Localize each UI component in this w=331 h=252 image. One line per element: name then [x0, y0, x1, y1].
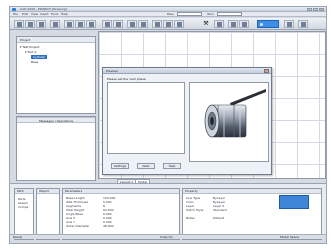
dialog-next-button[interactable]: Next: [137, 163, 155, 169]
status-right: Model Space: [280, 235, 300, 239]
menu-insert[interactable]: Insert: [40, 12, 49, 17]
path-item[interactable]: Comps: [18, 205, 28, 209]
dialog-title: Preview: [106, 69, 118, 73]
tree-node-part[interactable]: ▾ Part A: [25, 50, 36, 54]
section-icon[interactable]: [174, 20, 184, 28]
prop-value[interactable]: Default: [213, 216, 224, 220]
menu-bar: File Edit View Insert Tools Help Pass It…: [10, 12, 326, 17]
menu-tools[interactable]: Tools: [51, 12, 58, 17]
property-panel-head: Property: [183, 189, 321, 194]
rotate-icon[interactable]: [152, 20, 162, 28]
color-swatch[interactable]: [279, 195, 309, 209]
cylinder-preview: [189, 82, 269, 162]
cut-icon[interactable]: [64, 20, 74, 28]
main-toolbar: ⚒: [10, 18, 326, 30]
preview-dialog: Preview Please set the next phase Settin…: [102, 67, 272, 175]
parameters-panel: Parameters Base Length Wall Thickness Se…: [62, 188, 180, 240]
search-button[interactable]: [257, 20, 279, 28]
tree-node-part-label: Part A: [27, 50, 37, 54]
tree-header-label: Project: [20, 38, 31, 42]
status-left: Ready: [13, 235, 23, 239]
copy-icon[interactable]: [75, 20, 85, 28]
settings-icon[interactable]: [214, 20, 224, 28]
cylinder-model-icon: [204, 89, 266, 138]
tree-node-base[interactable]: Base: [31, 60, 38, 64]
tree-node-root[interactable]: ▾ Test Project: [20, 45, 40, 49]
zoom-icon[interactable]: [127, 20, 137, 28]
tool-icon[interactable]: ⚒: [202, 20, 210, 28]
status-mid: Snap On: [160, 235, 173, 239]
dialog-title-bar: Preview: [103, 68, 271, 74]
minimize-button[interactable]: [307, 8, 312, 11]
app-icon: [12, 8, 16, 11]
project-tree-panel: Project ▾ Test Project ▾ Part A Cylinder…: [16, 36, 96, 114]
property-panel: Property Line Type Color Layer Hatch Sty…: [182, 188, 322, 240]
save-icon[interactable]: [36, 20, 46, 28]
operations-caption: Messages / Operations: [17, 117, 95, 123]
status-bar: Ready Snap On Model Space: [10, 234, 326, 239]
paste-icon[interactable]: [86, 20, 96, 28]
tree-node-selected[interactable]: Cylinder: [31, 55, 48, 59]
measure-icon[interactable]: [163, 20, 173, 28]
path-panel-head: Path: [15, 189, 33, 194]
parameters-panel-head: Parameters: [63, 189, 179, 194]
help-icon[interactable]: [298, 20, 308, 28]
combo-item-label: Item: [207, 12, 214, 16]
combo-pass-label: Pass: [167, 12, 174, 16]
layers-icon[interactable]: [228, 20, 238, 28]
tree-node-root-label: Test Project: [22, 45, 40, 49]
dialog-prompt: Please set the next phase: [107, 77, 146, 81]
menu-file[interactable]: File: [13, 12, 18, 17]
dialog-close-icon[interactable]: [264, 69, 269, 73]
maximize-button[interactable]: [313, 8, 318, 11]
print-icon[interactable]: [50, 20, 60, 28]
close-button[interactable]: [319, 8, 324, 11]
prop-name: Notes: [186, 216, 195, 220]
object-panel: Object: [36, 188, 60, 240]
item-select[interactable]: [217, 12, 242, 16]
app-window: CAD 2009 - PROJECT [Drawing] File Edit V…: [9, 6, 327, 244]
dialog-settings-button[interactable]: Settings: [111, 163, 129, 169]
open-icon[interactable]: [25, 20, 35, 28]
prop-value[interactable]: Standard: [213, 208, 227, 212]
new-icon[interactable]: [14, 20, 24, 28]
param-name: Outer Diameter: [66, 224, 90, 228]
menu-help[interactable]: Help: [61, 12, 68, 17]
pan-icon[interactable]: [138, 20, 148, 28]
undo-icon[interactable]: [102, 20, 112, 28]
menu-view[interactable]: View: [31, 12, 38, 17]
tree-header: Project: [17, 37, 95, 43]
object-panel-head: Object: [37, 189, 59, 194]
operations-panel: Messages / Operations: [16, 116, 96, 181]
grid-icon[interactable]: [239, 20, 249, 28]
param-value[interactable]: 48.000: [103, 224, 114, 228]
dialog-help-button[interactable]: Help: [163, 163, 181, 169]
path-panel: Path Parts Assem Comps: [14, 188, 34, 240]
prop-name: Hatch Style: [186, 208, 204, 212]
pass-select[interactable]: [177, 12, 202, 16]
redo-icon[interactable]: [113, 20, 123, 28]
menu-edit[interactable]: Edit: [22, 12, 28, 17]
info-icon[interactable]: [284, 20, 294, 28]
dialog-list[interactable]: [107, 82, 185, 154]
bottom-dock: Path Parts Assem Comps Object Parameters…: [10, 183, 326, 240]
